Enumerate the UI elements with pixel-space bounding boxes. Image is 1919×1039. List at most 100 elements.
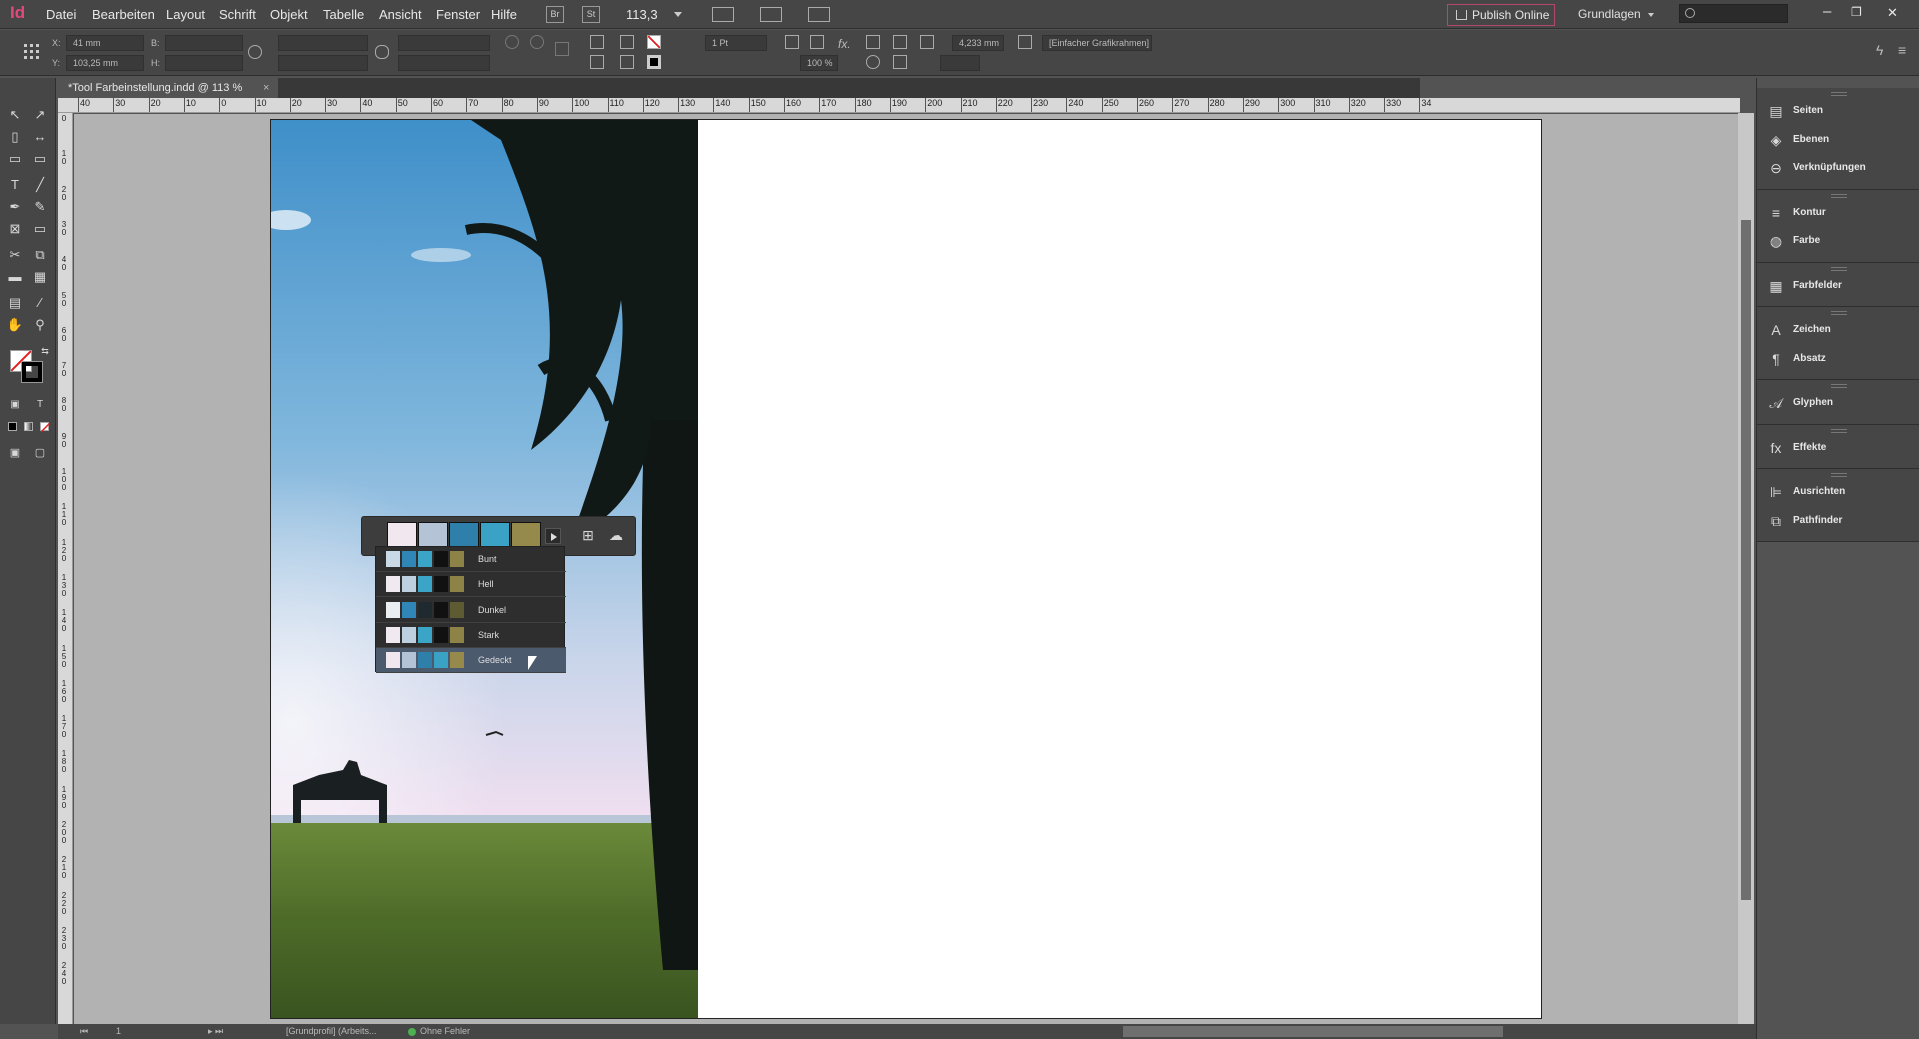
screen-mode-icon[interactable] — [760, 7, 782, 22]
horizontal-ruler[interactable]: 40 30 20 10 0 10 20 30 40 50 60 70 80 90 100 110 120 130 1… — [58, 98, 1740, 113]
vertical-scroll-thumb[interactable] — [1741, 220, 1751, 900]
flip-horizontal-icon[interactable] — [590, 35, 604, 49]
content-collector-icon[interactable]: ▭ — [6, 150, 24, 168]
add-to-swatches-icon[interactable]: ⊞ — [579, 526, 597, 544]
fit-content-icon[interactable] — [866, 35, 880, 49]
apply-color-icon[interactable] — [8, 422, 17, 431]
formatting-text-icon[interactable]: T — [31, 396, 49, 414]
scissors-tool-icon[interactable]: ✂ — [6, 246, 24, 264]
restore-button[interactable]: ❐ — [1851, 5, 1862, 19]
y-field[interactable]: 103,25 mm — [66, 55, 144, 71]
object-style-dropdown[interactable]: [Einfacher Grafikrahmen] — [1042, 35, 1152, 51]
panel-grip-icon[interactable] — [1831, 193, 1847, 198]
panel-item-pathfinder[interactable]: ⧉ Pathfinder — [1757, 508, 1919, 534]
theme-swatch-5[interactable] — [511, 522, 541, 547]
panel-item-effekte[interactable]: fx Effekte — [1757, 435, 1919, 461]
theme-expand-arrow-icon[interactable] — [545, 528, 561, 544]
document-tab[interactable]: *Tool Farbeinstellung.indd @ 113 % × — [58, 78, 278, 98]
hand-tool-icon[interactable]: ✋ — [6, 316, 24, 334]
formatting-container-icon[interactable]: ▣ — [6, 396, 24, 414]
shear-field[interactable] — [398, 55, 490, 71]
minimize-button[interactable]: – — [1823, 3, 1831, 20]
theme-option-gedeckt[interactable]: Gedeckt — [376, 648, 566, 674]
drop-shadow-icon[interactable] — [785, 35, 799, 49]
line-tool-icon[interactable]: ╱ — [31, 176, 49, 194]
vertical-ruler[interactable]: 0 1 0 2 0 3 0 4 0 5 0 6 0 7 0 8 0 9 0 1 0 0 1 1 0 1 … — [58, 113, 73, 1024]
panel-item-kontur[interactable]: ≡ Kontur — [1757, 200, 1919, 226]
effects-icon[interactable] — [810, 35, 824, 49]
panel-grip-icon[interactable] — [1831, 428, 1847, 433]
fill-frame-icon[interactable] — [893, 55, 907, 69]
gradient-feather-tool-icon[interactable]: ▦ — [31, 268, 49, 286]
page-tool-icon[interactable]: ▯ — [6, 128, 24, 146]
workspace-switcher[interactable]: Grundlagen — [1578, 7, 1641, 21]
vertical-scrollbar[interactable] — [1738, 113, 1754, 1024]
page-number-field[interactable]: 1 — [116, 1026, 121, 1036]
menu-schrift[interactable]: Schrift — [219, 7, 256, 22]
panel-grip-icon[interactable] — [1831, 473, 1847, 477]
fit-frame-icon[interactable] — [893, 35, 907, 49]
menu-hilfe[interactable]: Hilfe — [491, 7, 517, 22]
swap-colors-icon[interactable]: ⇆ — [36, 342, 54, 360]
panel-item-farbfelder[interactable]: ▦ Farbfelder — [1757, 273, 1919, 299]
panel-item-zeichen[interactable]: A Zeichen — [1757, 317, 1919, 343]
add-to-cc-library-icon[interactable]: ☁ — [607, 526, 625, 544]
pen-tool-icon[interactable]: ✒ — [6, 198, 24, 216]
rotation-field[interactable] — [398, 35, 490, 51]
height-field[interactable] — [165, 55, 243, 71]
normal-mode-icon[interactable]: ▣ — [6, 444, 24, 462]
flip-vertical-icon[interactable] — [590, 55, 604, 69]
menu-bearbeiten[interactable]: Bearbeiten — [92, 7, 155, 22]
close-button[interactable]: ✕ — [1887, 5, 1898, 21]
pencil-tool-icon[interactable]: ✎ — [31, 198, 49, 216]
note-tool-icon[interactable]: ▤ — [6, 294, 24, 312]
panel-item-verknüpfungen[interactable]: ⊖ Verknüpfungen — [1757, 155, 1919, 181]
auto-fit-icon[interactable] — [920, 35, 934, 49]
close-tab-icon[interactable]: × — [263, 78, 269, 98]
quick-apply-icon[interactable]: ϟ — [1876, 42, 1883, 58]
menu-fenster[interactable]: Fenster — [436, 7, 480, 22]
zoom-tool-icon[interactable]: ⚲ — [31, 316, 49, 334]
panel-item-glyphen[interactable]: 𝒜 Glyphen — [1757, 390, 1919, 416]
panel-item-seiten[interactable]: ▤ Seiten — [1757, 98, 1919, 124]
panel-menu-icon[interactable]: ≡ — [1898, 42, 1906, 58]
publish-online-button[interactable]: Publish Online — [1447, 4, 1555, 26]
theme-swatch-2[interactable] — [418, 522, 448, 547]
preflight-status[interactable]: Ohne Fehler — [420, 1026, 470, 1036]
panel-grip-icon[interactable] — [1831, 384, 1847, 388]
x-field[interactable]: 41 mm — [66, 35, 144, 51]
object-style-icon[interactable] — [1018, 35, 1032, 49]
rotate-cw-icon[interactable] — [505, 35, 519, 49]
eyedropper-tool-icon[interactable]: ⁄ — [31, 294, 49, 312]
apply-none-icon[interactable] — [40, 422, 50, 432]
preflight-profile[interactable]: [Grundprofil] (Arbeits... — [286, 1026, 377, 1036]
free-transform-tool-icon[interactable]: ⧉ — [31, 246, 49, 264]
theme-option-bunt[interactable]: Bunt — [376, 547, 566, 572]
gradient-swatch-tool-icon[interactable]: ▬ — [6, 268, 24, 286]
stock-button[interactable]: St — [582, 6, 600, 23]
constrain-proportions-icon[interactable] — [248, 45, 262, 59]
select-container-icon[interactable] — [620, 35, 634, 49]
scale-y-field[interactable] — [278, 55, 368, 71]
select-content-icon[interactable] — [620, 55, 634, 69]
zoom-dropdown-icon[interactable] — [674, 12, 682, 17]
panel-grip-icon[interactable] — [1831, 311, 1847, 315]
menu-ansicht[interactable]: Ansicht — [379, 7, 422, 22]
gap-tool-icon[interactable]: ↔ — [31, 128, 49, 146]
selection-tool-icon[interactable]: ↖ — [6, 106, 24, 124]
fill-swatch-icon[interactable] — [647, 35, 661, 49]
corner-shape-dropdown[interactable] — [940, 55, 980, 71]
rotate-ccw-icon[interactable] — [530, 35, 544, 49]
opacity-field[interactable]: 100 % — [800, 55, 838, 71]
horizontal-scroll-thumb[interactable] — [1123, 1026, 1503, 1037]
theme-swatch-4[interactable] — [480, 522, 510, 547]
rectangle-frame-tool-icon[interactable]: ⊠ — [6, 220, 24, 238]
menu-layout[interactable]: Layout — [166, 7, 205, 22]
next-page-icon[interactable]: ▸ ⏭ — [208, 1026, 223, 1037]
stroke-color-icon[interactable] — [21, 361, 43, 383]
panel-grip-icon[interactable] — [1831, 92, 1847, 96]
link-scale-icon[interactable] — [375, 45, 389, 59]
arrange-documents-icon[interactable] — [808, 7, 830, 22]
panel-grip-icon[interactable] — [1831, 266, 1847, 271]
menu-tabelle[interactable]: Tabelle — [323, 7, 364, 22]
